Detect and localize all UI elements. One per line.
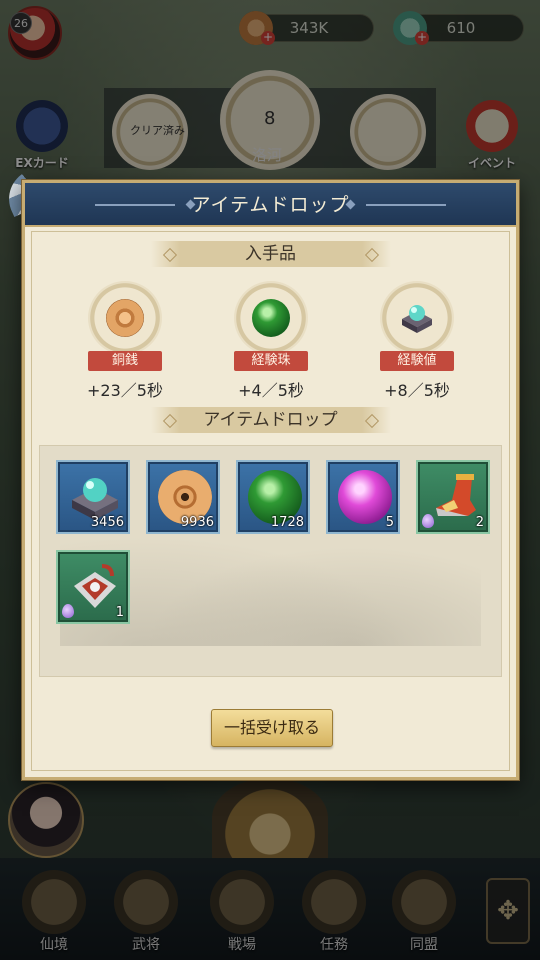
boot-icon [428,470,482,524]
drop-item-slot[interactable]: 1 [56,550,130,624]
obtain-orb [88,281,162,355]
obtain-label: 経験珠 [234,351,308,371]
obtain-rate: +4／5秒 [238,381,304,400]
obtain-section-title: 入手品 [245,244,296,264]
item-quantity: 1728 [270,515,304,530]
obtain-orb [380,281,454,355]
claim-all-button[interactable]: 一括受け取る [211,709,333,747]
obtain-label: 銅銭 [88,351,162,371]
drop-item-slot[interactable]: 1728 [236,460,310,534]
obtain-exp: 経験値 +8／5秒 [357,281,477,401]
item-quantity: 9936 [180,515,214,530]
obtain-label: 経験値 [380,351,454,371]
item-quantity: 3456 [90,515,124,530]
item-quantity: 5 [385,515,394,530]
gem-icon [422,514,434,528]
gem-icon [62,604,74,618]
item-drop-dialog: アイテムドロップ 入手品 銅銭 +23／5秒 経験珠 +4／5秒 経験値 +8／… [22,180,519,780]
purple-pearl-icon [338,470,392,524]
item-quantity: 2 [475,515,484,530]
green-pearl-icon [252,299,290,337]
copper-coin-icon [106,299,144,337]
drop-item-slot[interactable]: 3456 [56,460,130,534]
drop-item-slot[interactable]: 9936 [146,460,220,534]
armor-piece-icon [68,560,122,614]
item-quantity: 1 [115,605,124,620]
obtain-section-header: 入手品 [150,241,391,267]
header-ornament [95,204,175,206]
obtain-exp-pearl: 経験珠 +4／5秒 [211,281,331,401]
dialog-header: アイテムドロップ [25,183,516,227]
obtain-rate: +8／5秒 [384,381,450,400]
drop-item-slot[interactable]: 5 [326,460,400,534]
obtain-copper: 銅銭 +23／5秒 [65,281,185,401]
obtain-rate: +23／5秒 [87,381,163,400]
drop-grid: 3456 9936 1728 5 2 1 [39,445,502,677]
obtain-orb [234,281,308,355]
drop-section-title: アイテムドロップ [203,410,338,430]
dialog-title: アイテムドロップ [191,194,350,216]
drop-section-header: アイテムドロップ [150,407,391,433]
header-ornament [366,204,446,206]
jade-chest-icon [398,299,436,337]
drop-item-slot[interactable]: 2 [416,460,490,534]
